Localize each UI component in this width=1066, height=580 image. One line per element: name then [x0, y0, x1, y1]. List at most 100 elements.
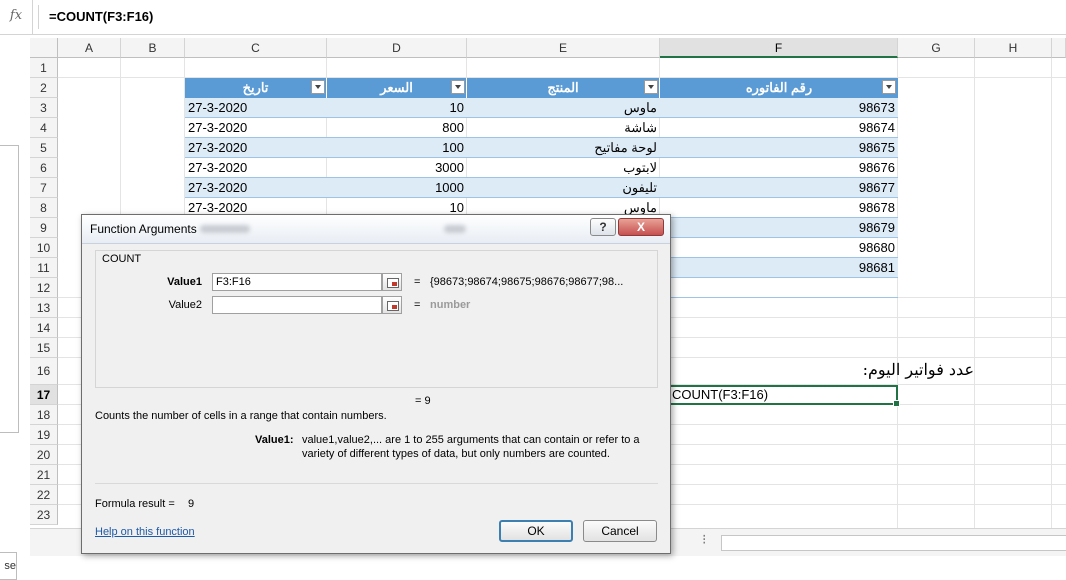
- collapse-dialog-icon[interactable]: [382, 296, 402, 314]
- price-cell[interactable]: 1000: [327, 178, 467, 198]
- table-row[interactable]: 27-3-2020 3000 لابتوب 98676: [185, 158, 898, 178]
- horizontal-scrollbar[interactable]: ⁝: [700, 528, 1066, 556]
- scroll-split-icon[interactable]: ⁝: [702, 531, 706, 548]
- function-result-preview: = 9: [415, 395, 431, 407]
- product-cell[interactable]: لوحة مفاتيح: [467, 138, 660, 158]
- price-cell[interactable]: 3000: [327, 158, 467, 178]
- side-pane-button[interactable]: se: [0, 552, 17, 580]
- value1-result: {98673;98674;98675;98676;98677;98...: [430, 276, 624, 288]
- column-header-b[interactable]: B: [121, 38, 185, 58]
- product-cell[interactable]: شاشة: [467, 118, 660, 138]
- help-on-function-link[interactable]: Help on this function: [95, 526, 195, 538]
- row-header[interactable]: 10: [30, 238, 58, 258]
- value2-input[interactable]: [212, 296, 382, 314]
- row-header[interactable]: 4: [30, 118, 58, 138]
- row-header[interactable]: 9: [30, 218, 58, 238]
- table-row[interactable]: 27-3-2020 100 لوحة مفاتيح 98675: [185, 138, 898, 158]
- date-cell[interactable]: 27-3-2020: [185, 138, 327, 158]
- column-header-h[interactable]: H: [975, 38, 1052, 58]
- row-header[interactable]: 7: [30, 178, 58, 198]
- scrollbar-track[interactable]: [721, 535, 1066, 551]
- value2-label: Value2: [168, 299, 202, 311]
- price-cell[interactable]: 10: [327, 98, 467, 118]
- row-header[interactable]: 2: [30, 78, 58, 98]
- invoice-cell[interactable]: 98676: [660, 158, 898, 178]
- row-header-selected[interactable]: 17: [30, 385, 58, 405]
- close-button[interactable]: X: [618, 218, 664, 236]
- active-cell-f17[interactable]: COUNT(F3:F16): [668, 385, 900, 407]
- row-header[interactable]: 18: [30, 405, 58, 425]
- row-header[interactable]: 14: [30, 318, 58, 338]
- filter-dropdown-icon[interactable]: [311, 80, 325, 94]
- date-cell[interactable]: 27-3-2020: [185, 178, 327, 198]
- row-header[interactable]: 13: [30, 298, 58, 318]
- table-row[interactable]: 27-3-2020 1000 تليفون 98677: [185, 178, 898, 198]
- gridline: [1051, 58, 1052, 528]
- ok-button[interactable]: OK: [499, 520, 573, 542]
- column-header-g[interactable]: G: [898, 38, 975, 58]
- date-cell[interactable]: 27-3-2020: [185, 118, 327, 138]
- dialog-title-bar[interactable]: Function Arguments ? X: [82, 215, 670, 244]
- invoice-cell[interactable]: 98675: [660, 138, 898, 158]
- invoice-cell[interactable]: 98678: [660, 198, 898, 218]
- gridline: [974, 58, 975, 528]
- date-cell[interactable]: 27-3-2020: [185, 98, 327, 118]
- product-cell[interactable]: تليفون: [467, 178, 660, 198]
- table-header-label: السعر: [380, 80, 413, 95]
- column-header-e[interactable]: E: [467, 38, 660, 58]
- row-header[interactable]: 21: [30, 465, 58, 485]
- invoice-count-label[interactable]: عدد فواتير اليوم:: [850, 359, 974, 381]
- table-row[interactable]: 27-3-2020 800 شاشة 98674: [185, 118, 898, 138]
- row-header[interactable]: 20: [30, 445, 58, 465]
- date-cell[interactable]: 27-3-2020: [185, 158, 327, 178]
- row-header[interactable]: 23: [30, 505, 58, 525]
- collapse-dialog-icon[interactable]: [382, 273, 402, 291]
- column-header-d[interactable]: D: [327, 38, 467, 58]
- value2-result: number: [430, 299, 471, 311]
- invoice-cell[interactable]: 98681: [660, 258, 898, 278]
- invoice-cell[interactable]: 98680: [660, 238, 898, 258]
- row-header[interactable]: 3: [30, 98, 58, 118]
- invoice-cell[interactable]: 98673: [660, 98, 898, 118]
- row-header[interactable]: 16: [30, 358, 58, 385]
- select-all-corner[interactable]: [30, 38, 58, 58]
- table-row[interactable]: 27-3-2020 10 ماوس 98673: [185, 98, 898, 118]
- formula-input[interactable]: =COUNT(F3:F16): [38, 5, 1066, 29]
- value2-equals: =: [414, 299, 421, 311]
- row-header[interactable]: 11: [30, 258, 58, 278]
- invoice-cell[interactable]: 98677: [660, 178, 898, 198]
- column-header-a[interactable]: A: [58, 38, 121, 58]
- help-button[interactable]: ?: [590, 218, 616, 236]
- argument-description-line: value1,value2,... are 1 to 255 arguments…: [302, 434, 640, 446]
- function-description: Counts the number of cells in a range th…: [95, 410, 387, 422]
- product-cell[interactable]: لابتوب: [467, 158, 660, 178]
- product-cell[interactable]: ماوس: [467, 98, 660, 118]
- row-header[interactable]: 8: [30, 198, 58, 218]
- table-header-product: المنتج: [467, 78, 660, 98]
- function-arguments-dialog: Function Arguments ? X COUNT Value1 F3:F…: [81, 214, 671, 554]
- price-cell[interactable]: 800: [327, 118, 467, 138]
- filter-dropdown-icon[interactable]: [644, 80, 658, 94]
- filter-dropdown-icon[interactable]: [451, 80, 465, 94]
- insert-function-icon[interactable]: fx: [0, 0, 33, 34]
- price-cell[interactable]: 100: [327, 138, 467, 158]
- value1-input[interactable]: F3:F16: [212, 273, 382, 291]
- row-header[interactable]: 12: [30, 278, 58, 298]
- cancel-button[interactable]: Cancel: [583, 520, 657, 542]
- fill-handle[interactable]: [893, 400, 900, 407]
- row-header[interactable]: 22: [30, 485, 58, 505]
- table-header-date: تاريخ: [185, 78, 327, 98]
- table-header-label: المنتج: [547, 80, 579, 95]
- column-header-c[interactable]: C: [185, 38, 327, 58]
- invoice-cell[interactable]: 98674: [660, 118, 898, 138]
- filter-dropdown-icon[interactable]: [882, 80, 896, 94]
- row-header[interactable]: 15: [30, 338, 58, 358]
- row-header[interactable]: 6: [30, 158, 58, 178]
- table-header-label: رقم الفاتوره: [745, 80, 813, 95]
- invoice-cell[interactable]: 98679: [660, 218, 898, 238]
- column-header-f[interactable]: F: [660, 38, 898, 58]
- formula-bar: fx =COUNT(F3:F16): [0, 0, 1066, 35]
- row-header[interactable]: 5: [30, 138, 58, 158]
- row-header[interactable]: 19: [30, 425, 58, 445]
- row-header[interactable]: 1: [30, 58, 58, 78]
